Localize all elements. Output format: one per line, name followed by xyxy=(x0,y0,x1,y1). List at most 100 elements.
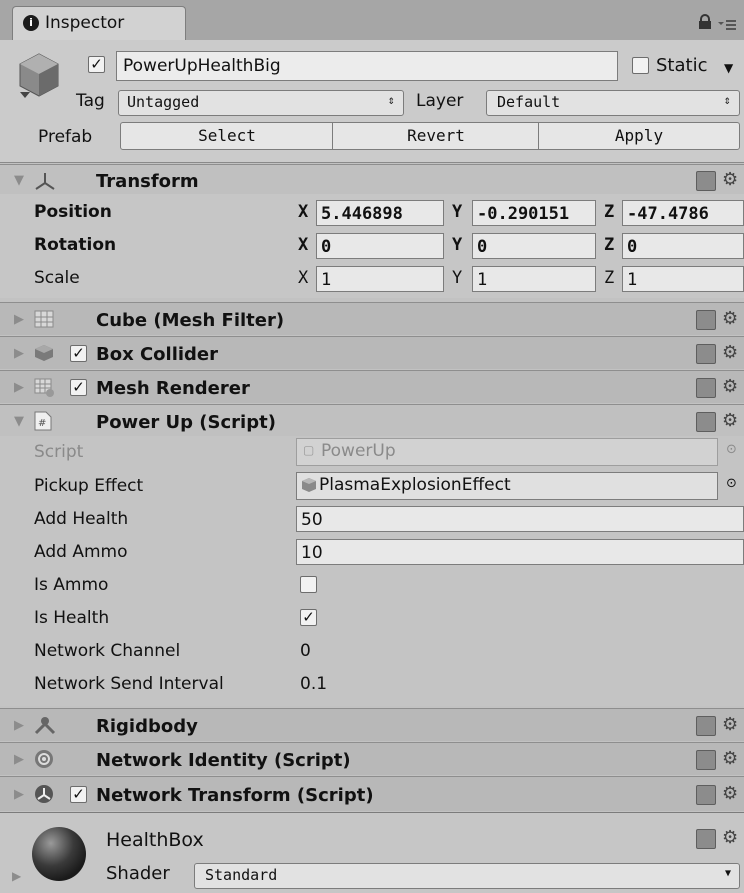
transform-component-header[interactable]: ▼ Transform ⚙ xyxy=(0,164,744,195)
help-book-icon[interactable] xyxy=(696,310,716,330)
network-transform-enabled-checkbox[interactable]: ✓ xyxy=(70,786,87,803)
box-collider-enabled-checkbox[interactable]: ✓ xyxy=(70,345,87,362)
menu-icon[interactable] xyxy=(718,16,736,36)
static-dropdown-arrow-icon[interactable]: ▼ xyxy=(724,61,733,75)
gear-icon[interactable]: ⚙ xyxy=(722,714,738,735)
inspector-window: i Inspector ✓ PowerUpHealthBig Static ▼ … xyxy=(0,0,744,893)
help-book-icon[interactable] xyxy=(696,716,716,736)
help-book-icon[interactable] xyxy=(696,785,716,805)
rotation-y-field[interactable]: 0 xyxy=(472,233,596,259)
scale-x-field[interactable]: 1 xyxy=(316,266,444,292)
foldout-collapsed-icon[interactable]: ▶ xyxy=(14,380,24,395)
foldout-collapsed-icon[interactable]: ▶ xyxy=(14,752,24,767)
rotation-x-axis[interactable]: X xyxy=(298,235,308,255)
tab-inspector[interactable]: i Inspector xyxy=(12,6,186,41)
prefab-revert-button[interactable]: Revert xyxy=(332,122,540,150)
pickup-effect-field[interactable]: PlasmaExplosionEffect xyxy=(296,472,718,500)
rotation-y-axis[interactable]: Y xyxy=(452,235,462,255)
static-checkbox[interactable] xyxy=(632,57,649,74)
foldout-expanded-icon[interactable]: ▼ xyxy=(14,173,24,188)
active-checkbox[interactable]: ✓ xyxy=(88,56,105,73)
tab-label: Inspector xyxy=(45,13,125,33)
gear-icon[interactable]: ⚙ xyxy=(722,783,738,804)
rotation-z-axis[interactable]: Z xyxy=(604,235,614,255)
prefab-label: Prefab xyxy=(38,127,93,147)
prefab-cube-icon xyxy=(301,477,317,498)
position-x-axis[interactable]: X xyxy=(298,202,308,222)
position-x-field[interactable]: 5.446898 xyxy=(316,200,444,226)
lock-icon[interactable] xyxy=(698,14,712,35)
object-name-text: PowerUpHealthBig xyxy=(123,56,281,76)
position-z-field[interactable]: -47.4786 xyxy=(622,200,744,226)
object-picker-icon[interactable]: ⊙ xyxy=(726,476,737,491)
network-identity-title: Network Identity (Script) xyxy=(96,750,351,771)
add-health-label: Add Health xyxy=(34,509,129,529)
layer-dropdown[interactable]: Default ⇕ xyxy=(486,90,740,116)
script-field: ▢ PowerUp xyxy=(296,438,718,466)
scale-x-axis[interactable]: X xyxy=(298,268,308,288)
info-icon: i xyxy=(23,15,39,31)
dropdown-arrows-icon: ⇕ xyxy=(723,93,731,107)
foldout-collapsed-icon[interactable]: ▶ xyxy=(14,312,24,327)
scale-y-field[interactable]: 1 xyxy=(472,266,596,292)
scale-y-axis[interactable]: Y xyxy=(452,268,462,288)
scale-z-field[interactable]: 1 xyxy=(622,266,744,292)
foldout-expanded-icon[interactable]: ▼ xyxy=(14,414,24,429)
rigidbody-component-header[interactable]: ▶ Rigidbody ⚙ xyxy=(0,708,744,741)
mesh-renderer-component-header[interactable]: ▶ ✓ Mesh Renderer ⚙ xyxy=(0,370,744,403)
power-up-body: Script ▢ PowerUp ⊙ Pickup Effect PlasmaE… xyxy=(0,436,744,706)
position-z-axis[interactable]: Z xyxy=(604,202,614,222)
shader-label: Shader xyxy=(106,863,170,884)
shader-dropdown[interactable]: Standard ▼ xyxy=(194,863,740,889)
static-label: Static xyxy=(656,55,708,76)
is-ammo-checkbox[interactable] xyxy=(300,576,317,593)
gear-icon[interactable]: ⚙ xyxy=(722,308,738,329)
position-y-field[interactable]: -0.290151 xyxy=(472,200,596,226)
help-book-icon[interactable] xyxy=(696,412,716,432)
help-book-icon[interactable] xyxy=(696,829,716,849)
network-identity-component-header[interactable]: ▶ Network Identity (Script) ⚙ xyxy=(0,742,744,775)
is-ammo-label: Is Ammo xyxy=(34,575,109,595)
mesh-renderer-enabled-checkbox[interactable]: ✓ xyxy=(70,379,87,396)
network-transform-component-header[interactable]: ▶ ✓ Network Transform (Script) ⚙ xyxy=(0,776,744,811)
gear-icon[interactable]: ⚙ xyxy=(722,376,738,397)
prefab-select-button[interactable]: Select xyxy=(120,122,334,150)
gear-icon[interactable]: ⚙ xyxy=(722,827,738,848)
rotation-z-field[interactable]: 0 xyxy=(622,233,744,259)
layer-value: Default xyxy=(497,93,561,111)
rotation-x-field[interactable]: 0 xyxy=(316,233,444,259)
foldout-collapsed-icon[interactable]: ▶ xyxy=(12,869,21,883)
scale-z-axis[interactable]: Z xyxy=(604,268,614,288)
material-sphere-preview-icon xyxy=(30,825,88,888)
shader-value: Standard xyxy=(205,866,278,884)
foldout-collapsed-icon[interactable]: ▶ xyxy=(14,787,24,802)
mesh-filter-component-header[interactable]: ▶ Cube (Mesh Filter) ⚙ xyxy=(0,302,744,335)
foldout-collapsed-icon[interactable]: ▶ xyxy=(14,346,24,361)
box-collider-icon xyxy=(34,344,54,367)
gear-icon[interactable]: ⚙ xyxy=(722,169,738,190)
help-book-icon[interactable] xyxy=(696,344,716,364)
object-name-field[interactable]: PowerUpHealthBig xyxy=(116,51,618,81)
dropdown-arrow-icon: ▼ xyxy=(724,868,731,879)
gear-icon[interactable]: ⚙ xyxy=(722,410,738,431)
add-ammo-field[interactable]: 10 xyxy=(296,539,744,565)
help-book-icon[interactable] xyxy=(696,378,716,398)
foldout-collapsed-icon[interactable]: ▶ xyxy=(14,718,24,733)
tag-dropdown[interactable]: Untagged ⇕ xyxy=(118,90,404,116)
help-book-icon[interactable] xyxy=(696,750,716,770)
is-health-checkbox[interactable]: ✓ xyxy=(300,609,317,626)
power-up-title: Power Up (Script) xyxy=(96,412,276,433)
gear-icon[interactable]: ⚙ xyxy=(722,342,738,363)
transform-title: Transform xyxy=(96,171,199,192)
power-up-component-header[interactable]: ▼ # Power Up (Script) ⚙ xyxy=(0,404,744,437)
dropdown-arrows-icon: ⇕ xyxy=(387,93,395,107)
box-collider-component-header[interactable]: ▶ ✓ Box Collider ⚙ xyxy=(0,336,744,369)
position-y-axis[interactable]: Y xyxy=(452,202,462,222)
gear-icon[interactable]: ⚙ xyxy=(722,748,738,769)
network-channel-label: Network Channel xyxy=(34,641,181,661)
help-book-icon[interactable] xyxy=(696,171,716,191)
object-picker-icon: ⊙ xyxy=(726,442,737,457)
script-file-icon: ▢ xyxy=(303,443,315,457)
prefab-apply-button[interactable]: Apply xyxy=(538,122,740,150)
add-health-field[interactable]: 50 xyxy=(296,506,744,532)
